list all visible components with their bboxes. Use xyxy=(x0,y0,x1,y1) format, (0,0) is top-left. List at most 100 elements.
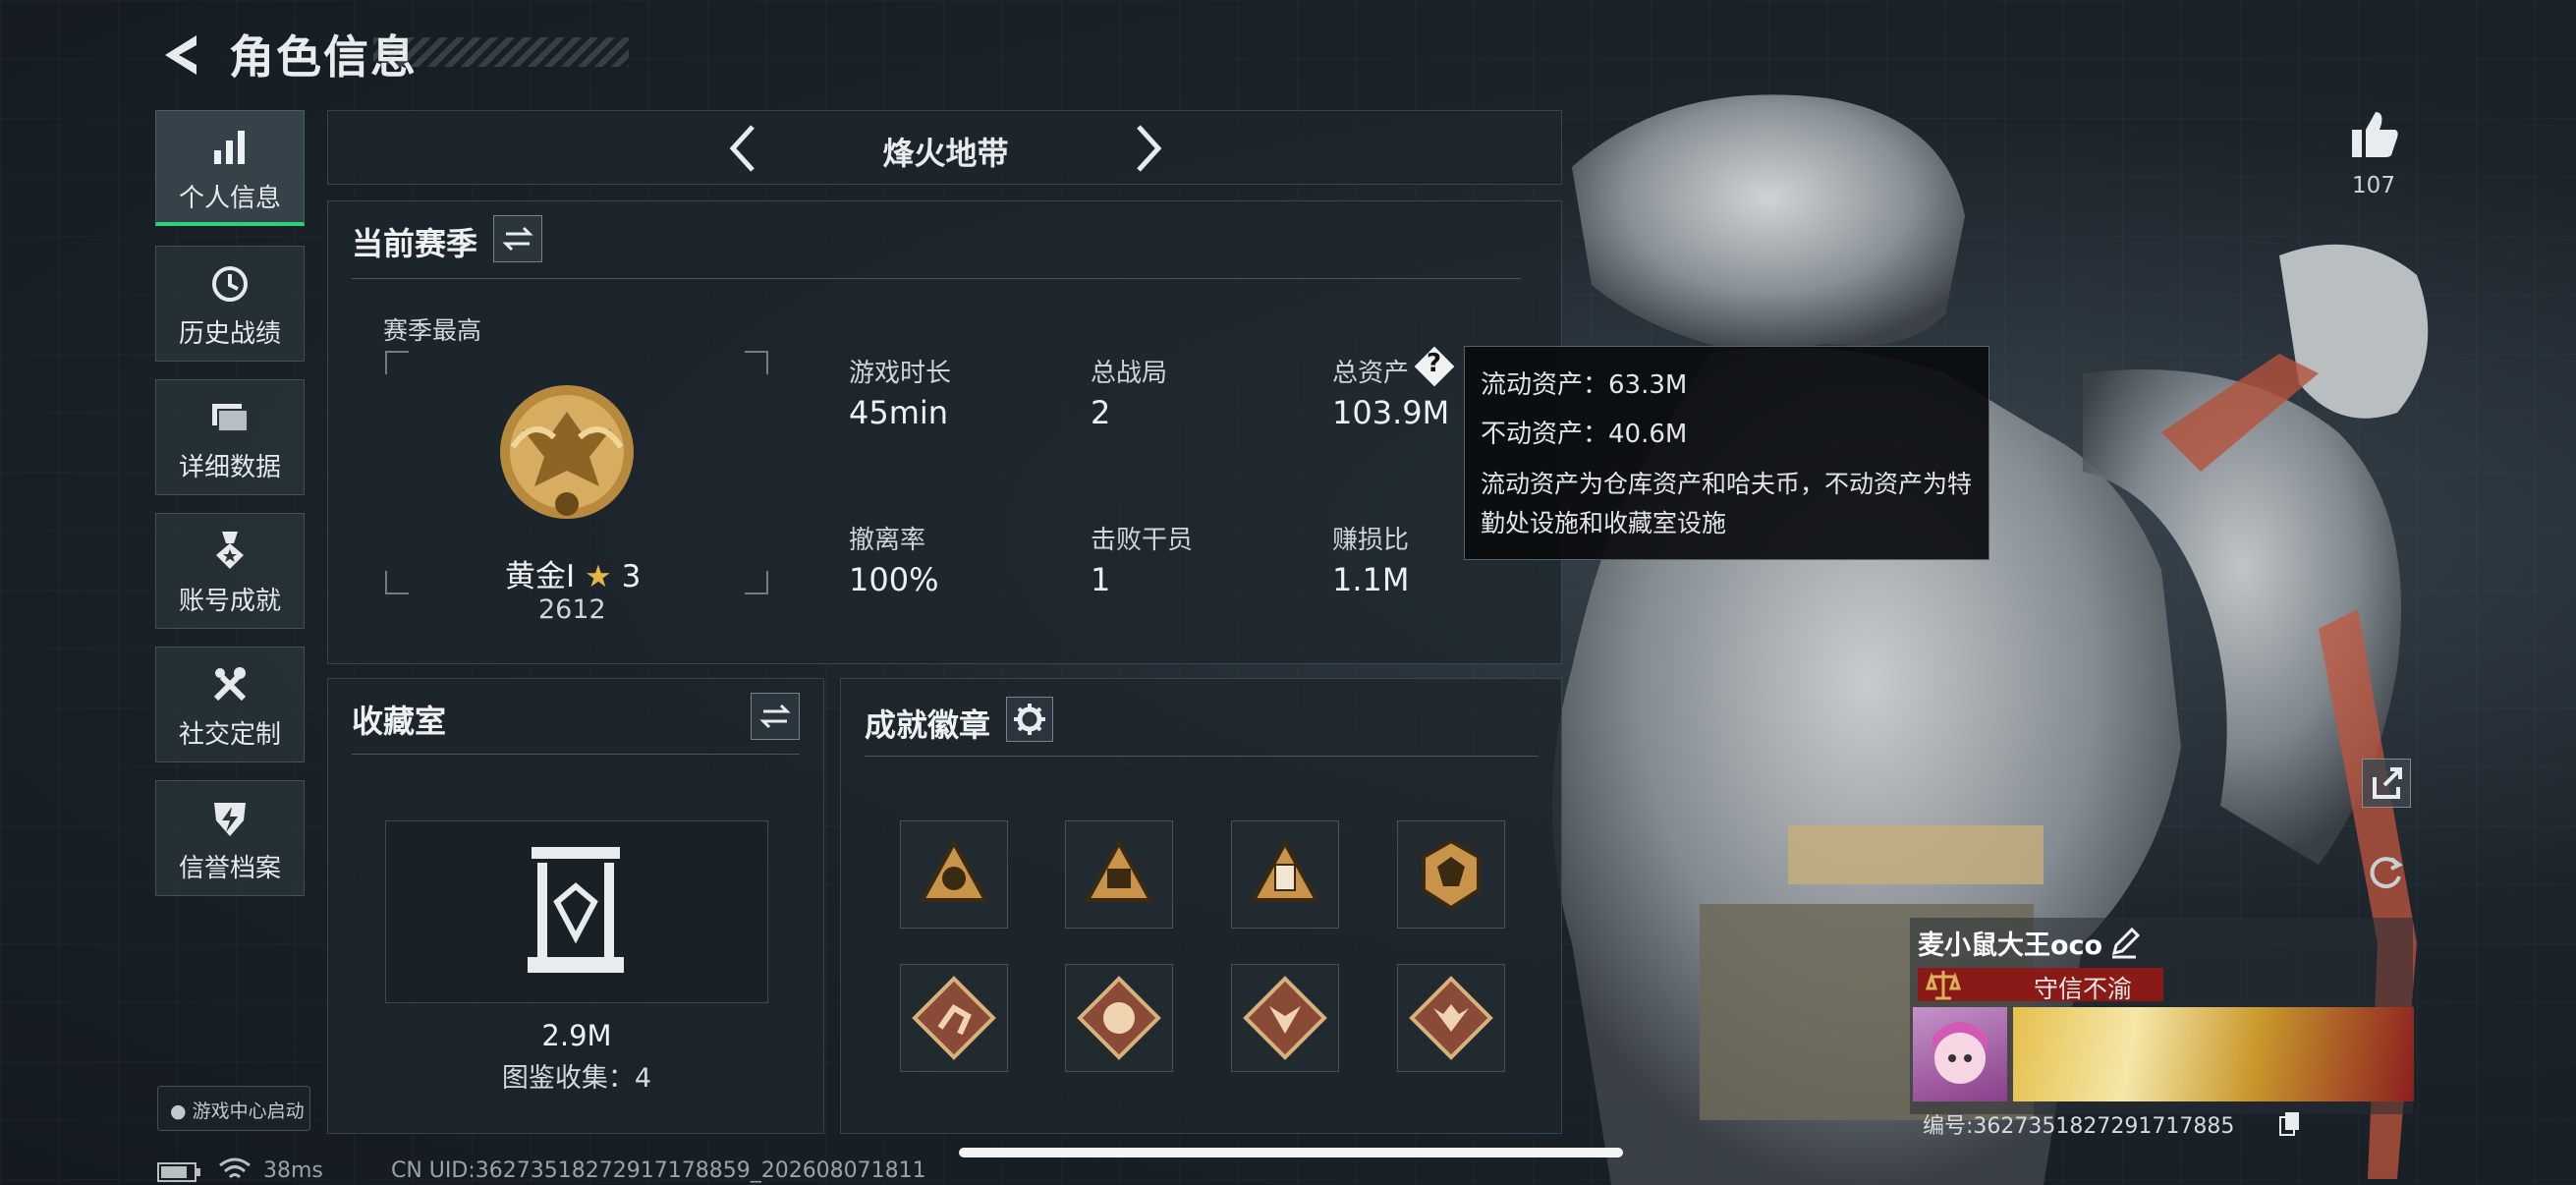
collection-panel: 收藏室 2.9M 图鉴收集：4 xyxy=(327,678,824,1134)
stat-value: 45min xyxy=(849,394,949,431)
stat-label: 击败干员 xyxy=(1091,526,1194,555)
trust-title: 守信不渝 xyxy=(2034,975,2133,1003)
sidebar-item-label: 社交定制 xyxy=(178,720,281,750)
avatar-face xyxy=(1932,1022,1988,1084)
collection-swap-button[interactable] xyxy=(751,693,800,740)
achievement-badge-58[interactable] xyxy=(1231,820,1339,929)
game-center-launch-button[interactable]: ● 游戏中心启动 xyxy=(157,1086,310,1131)
diamond-badge-icon xyxy=(1409,976,1493,1060)
chevron-right-icon[interactable] xyxy=(1129,121,1168,176)
stat-value: 100% xyxy=(849,561,939,598)
rank-stars: 3 xyxy=(621,559,642,594)
swap-icon xyxy=(759,704,791,729)
achievement-badge-wolf[interactable] xyxy=(1231,964,1339,1072)
rank-label: 黄金Ⅰ ★ 3 xyxy=(505,551,641,595)
medal-icon xyxy=(216,532,244,569)
frame-corner xyxy=(745,571,768,594)
divider xyxy=(352,278,1521,279)
history-clock-icon xyxy=(212,266,248,302)
avatar[interactable] xyxy=(1913,1007,2007,1101)
stat-value: 1 xyxy=(1091,561,1111,598)
share-button[interactable] xyxy=(2362,759,2411,808)
achievement-badge-55[interactable] xyxy=(1065,820,1173,929)
diamond-badge-icon xyxy=(912,976,996,1060)
sidebar-item-details[interactable]: 详细数据 xyxy=(155,379,305,495)
cn-uid-text: CN UID:3627351827291717885​9_20260807181… xyxy=(391,1158,926,1183)
achievement-badge-dragon[interactable] xyxy=(1065,964,1173,1072)
diamond-badge-icon xyxy=(1077,976,1161,1060)
display-case-icon xyxy=(528,847,624,973)
mode-selector: 烽火地带 xyxy=(327,110,1562,185)
frame-corner xyxy=(385,571,409,594)
stat-value: 1.1M xyxy=(1332,561,1410,598)
back-icon[interactable] xyxy=(157,29,204,81)
season-title: 当前赛季 xyxy=(352,225,478,262)
season-panel: 当前赛季 赛季最高 黄金Ⅰ ★ 3 2612 游戏时长 45min 总战局 2 … xyxy=(327,200,1562,664)
triangle-badge-icon xyxy=(919,838,989,902)
stat-value: 103.9M xyxy=(1332,394,1450,431)
rotate-icon xyxy=(2370,857,2403,889)
sidebar-item-label: 账号成就 xyxy=(178,587,281,616)
hexagon-badge-icon xyxy=(1422,838,1481,911)
sidebar-item-history[interactable]: 历史战绩 xyxy=(155,246,305,362)
season-swap-button[interactable] xyxy=(493,215,542,262)
share-icon xyxy=(2373,767,2402,799)
triangle-badge-icon xyxy=(1084,838,1154,902)
achievements-title: 成就徽章 xyxy=(865,706,991,744)
stat-label: 撤离率 xyxy=(849,526,926,555)
achievements-settings-button[interactable] xyxy=(1006,697,1053,742)
achievement-badge-hex[interactable] xyxy=(1397,820,1505,929)
sidebar-item-label: 个人信息 xyxy=(178,184,281,213)
rotate-button[interactable] xyxy=(2362,847,2411,896)
triangle-badge-icon xyxy=(1250,838,1320,902)
sidebar-item-credit[interactable]: 信誉档案 xyxy=(155,780,305,896)
like-count: 107 xyxy=(2352,173,2395,198)
folder-icon xyxy=(212,404,249,432)
achievement-badge-runner[interactable] xyxy=(900,964,1008,1072)
rank-score: 2612 xyxy=(538,594,606,625)
mode-name: 烽火地带 xyxy=(882,135,1009,172)
tooltip-description: 流动资产为仓库资产和哈夫币，不动资产为特勤处设施和收藏室设施 xyxy=(1481,470,1973,537)
collection-title: 收藏室 xyxy=(352,703,447,740)
thumbs-up-icon[interactable] xyxy=(2346,106,2401,161)
stat-label: 总资产 xyxy=(1332,359,1410,388)
divider xyxy=(865,756,1539,757)
stat-label: 总战局 xyxy=(1091,359,1168,388)
tooltip-liquid-assets: 流动资产：63.3M xyxy=(1481,370,1688,400)
collection-preview[interactable] xyxy=(385,820,768,1003)
game-center-label: 游戏中心启动 xyxy=(192,1100,305,1122)
sidebar-item-label: 信誉档案 xyxy=(178,854,281,883)
sidebar-item-personal-info[interactable]: 个人信息 xyxy=(155,110,305,226)
asset-tooltip: 流动资产：63.3M 不动资产：40.6M 流动资产为仓库资产和哈夫币，不动资产… xyxy=(1464,346,1989,560)
tools-icon xyxy=(213,667,247,702)
tooltip-fixed-assets: 不动资产：40.6M xyxy=(1481,420,1688,449)
home-indicator[interactable] xyxy=(959,1148,1623,1157)
season-best-label: 赛季最高 xyxy=(383,316,482,345)
shield-bolt-icon xyxy=(214,803,246,836)
stat-label: 游戏时长 xyxy=(849,359,952,388)
collection-value: 2.9M xyxy=(541,1019,612,1052)
achievements-panel: 成就徽章 xyxy=(840,678,1562,1134)
achievement-badge-beast[interactable] xyxy=(1397,964,1505,1072)
gear-icon xyxy=(1014,704,1045,735)
stat-label: 赚损比 xyxy=(1332,526,1410,555)
name-card-banner[interactable] xyxy=(2013,1007,2414,1101)
sidebar-item-social[interactable]: 社交定制 xyxy=(155,647,305,762)
frame-corner xyxy=(745,351,768,374)
collection-count: 图鉴收集：4 xyxy=(501,1063,652,1094)
rank-name: 黄金Ⅰ xyxy=(505,559,576,594)
achievement-badge-54[interactable] xyxy=(900,820,1008,929)
copy-icon[interactable] xyxy=(2277,1110,2303,1136)
title-decoration xyxy=(373,37,629,67)
diamond-badge-icon xyxy=(1243,976,1327,1060)
game-center-icon: ● xyxy=(170,1100,187,1122)
swap-icon xyxy=(502,226,533,252)
edit-pencil-icon[interactable] xyxy=(2108,926,2142,959)
star-icon: ★ xyxy=(585,559,612,594)
sidebar-item-achievements[interactable]: 账号成就 xyxy=(155,513,305,629)
ping-text: 38ms xyxy=(263,1158,323,1183)
gold-rank-emblem xyxy=(500,385,634,519)
battery-icon xyxy=(157,1162,200,1182)
wifi-icon xyxy=(219,1157,251,1179)
stat-value: 2 xyxy=(1091,394,1111,431)
